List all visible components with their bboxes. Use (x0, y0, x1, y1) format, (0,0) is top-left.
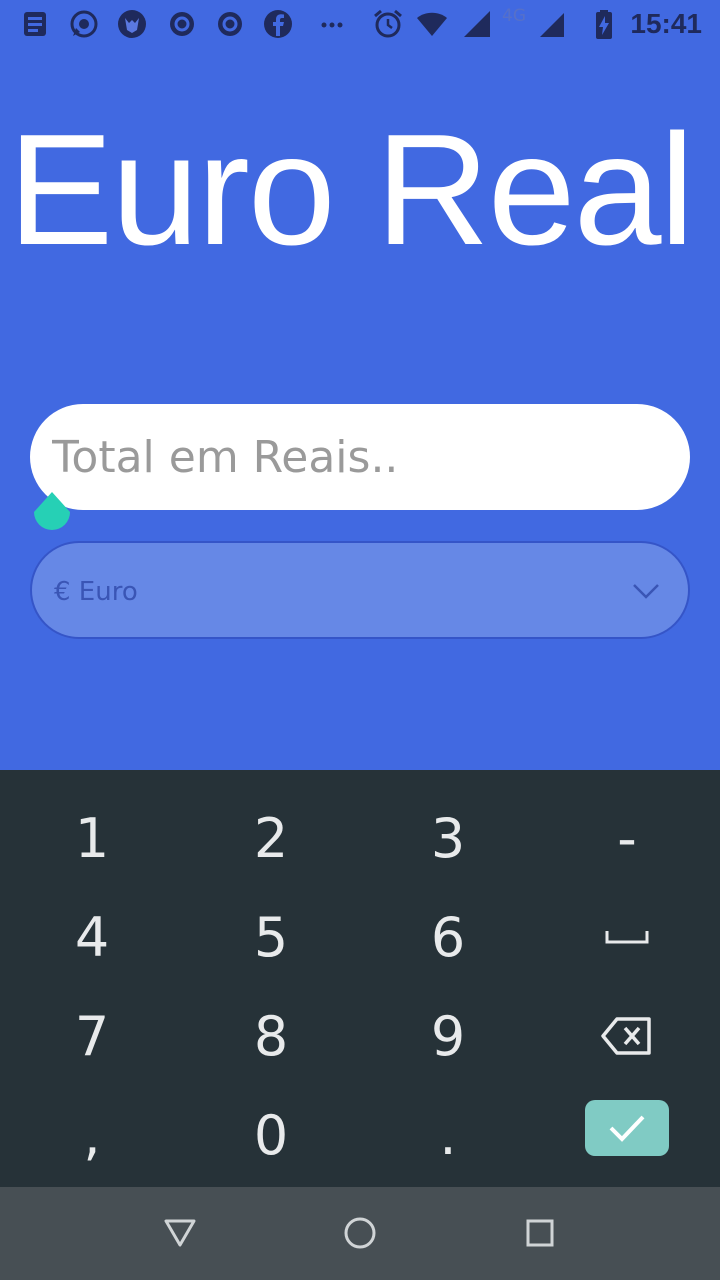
navigation-bar (0, 1187, 720, 1280)
key-2[interactable]: 2 (181, 788, 361, 888)
signal-icon (536, 8, 568, 40)
app-title: Euro Real (8, 102, 695, 278)
recents-square-icon (526, 1219, 554, 1247)
clock: 15:41 (630, 8, 702, 39)
key-7[interactable]: 7 (2, 986, 182, 1086)
key-comma[interactable]: , (2, 1085, 182, 1185)
home-circle-icon (344, 1217, 376, 1249)
chevron-down-icon (633, 584, 659, 599)
wifi-icon (416, 8, 448, 40)
key-3[interactable]: 3 (358, 788, 538, 888)
home-button[interactable] (338, 1211, 382, 1255)
key-1[interactable]: 1 (2, 788, 182, 888)
signal-icon (462, 8, 494, 40)
fox-app-icon (116, 8, 148, 40)
key-9[interactable]: 9 (358, 986, 538, 1086)
key-space[interactable] (537, 887, 717, 987)
key-period[interactable]: . (358, 1085, 538, 1185)
key-minus[interactable]: - (537, 788, 717, 888)
key-4[interactable]: 4 (2, 887, 182, 987)
status-bar: 4G 15:41 (0, 0, 720, 48)
numeric-keyboard: 1 2 3 - 4 5 6 7 8 9 , 0 . (0, 770, 720, 1187)
key-8[interactable]: 8 (181, 986, 361, 1086)
currency-selected-value: € Euro (54, 577, 138, 607)
c-icon (214, 8, 246, 40)
c-icon (166, 8, 198, 40)
space-icon (605, 931, 649, 944)
back-triangle-icon (164, 1219, 196, 1247)
currency-select[interactable]: € Euro (30, 541, 690, 639)
key-5[interactable]: 5 (181, 887, 361, 987)
check-icon (609, 1115, 645, 1142)
network-type: 4G (502, 6, 526, 26)
key-backspace[interactable] (537, 986, 717, 1086)
whatsapp-icon (68, 8, 100, 40)
alarm-icon (372, 8, 404, 40)
facebook-icon (262, 8, 294, 40)
battery-charging-icon (588, 8, 620, 40)
enter-key[interactable] (585, 1100, 669, 1156)
text-cursor-handle[interactable] (32, 488, 72, 536)
backspace-icon (601, 1017, 651, 1055)
more-icon (316, 8, 348, 40)
recents-button[interactable] (518, 1211, 562, 1255)
key-6[interactable]: 6 (358, 887, 538, 987)
news-icon (20, 8, 52, 40)
back-button[interactable] (158, 1211, 202, 1255)
amount-input[interactable] (30, 404, 690, 510)
key-0[interactable]: 0 (181, 1085, 361, 1185)
